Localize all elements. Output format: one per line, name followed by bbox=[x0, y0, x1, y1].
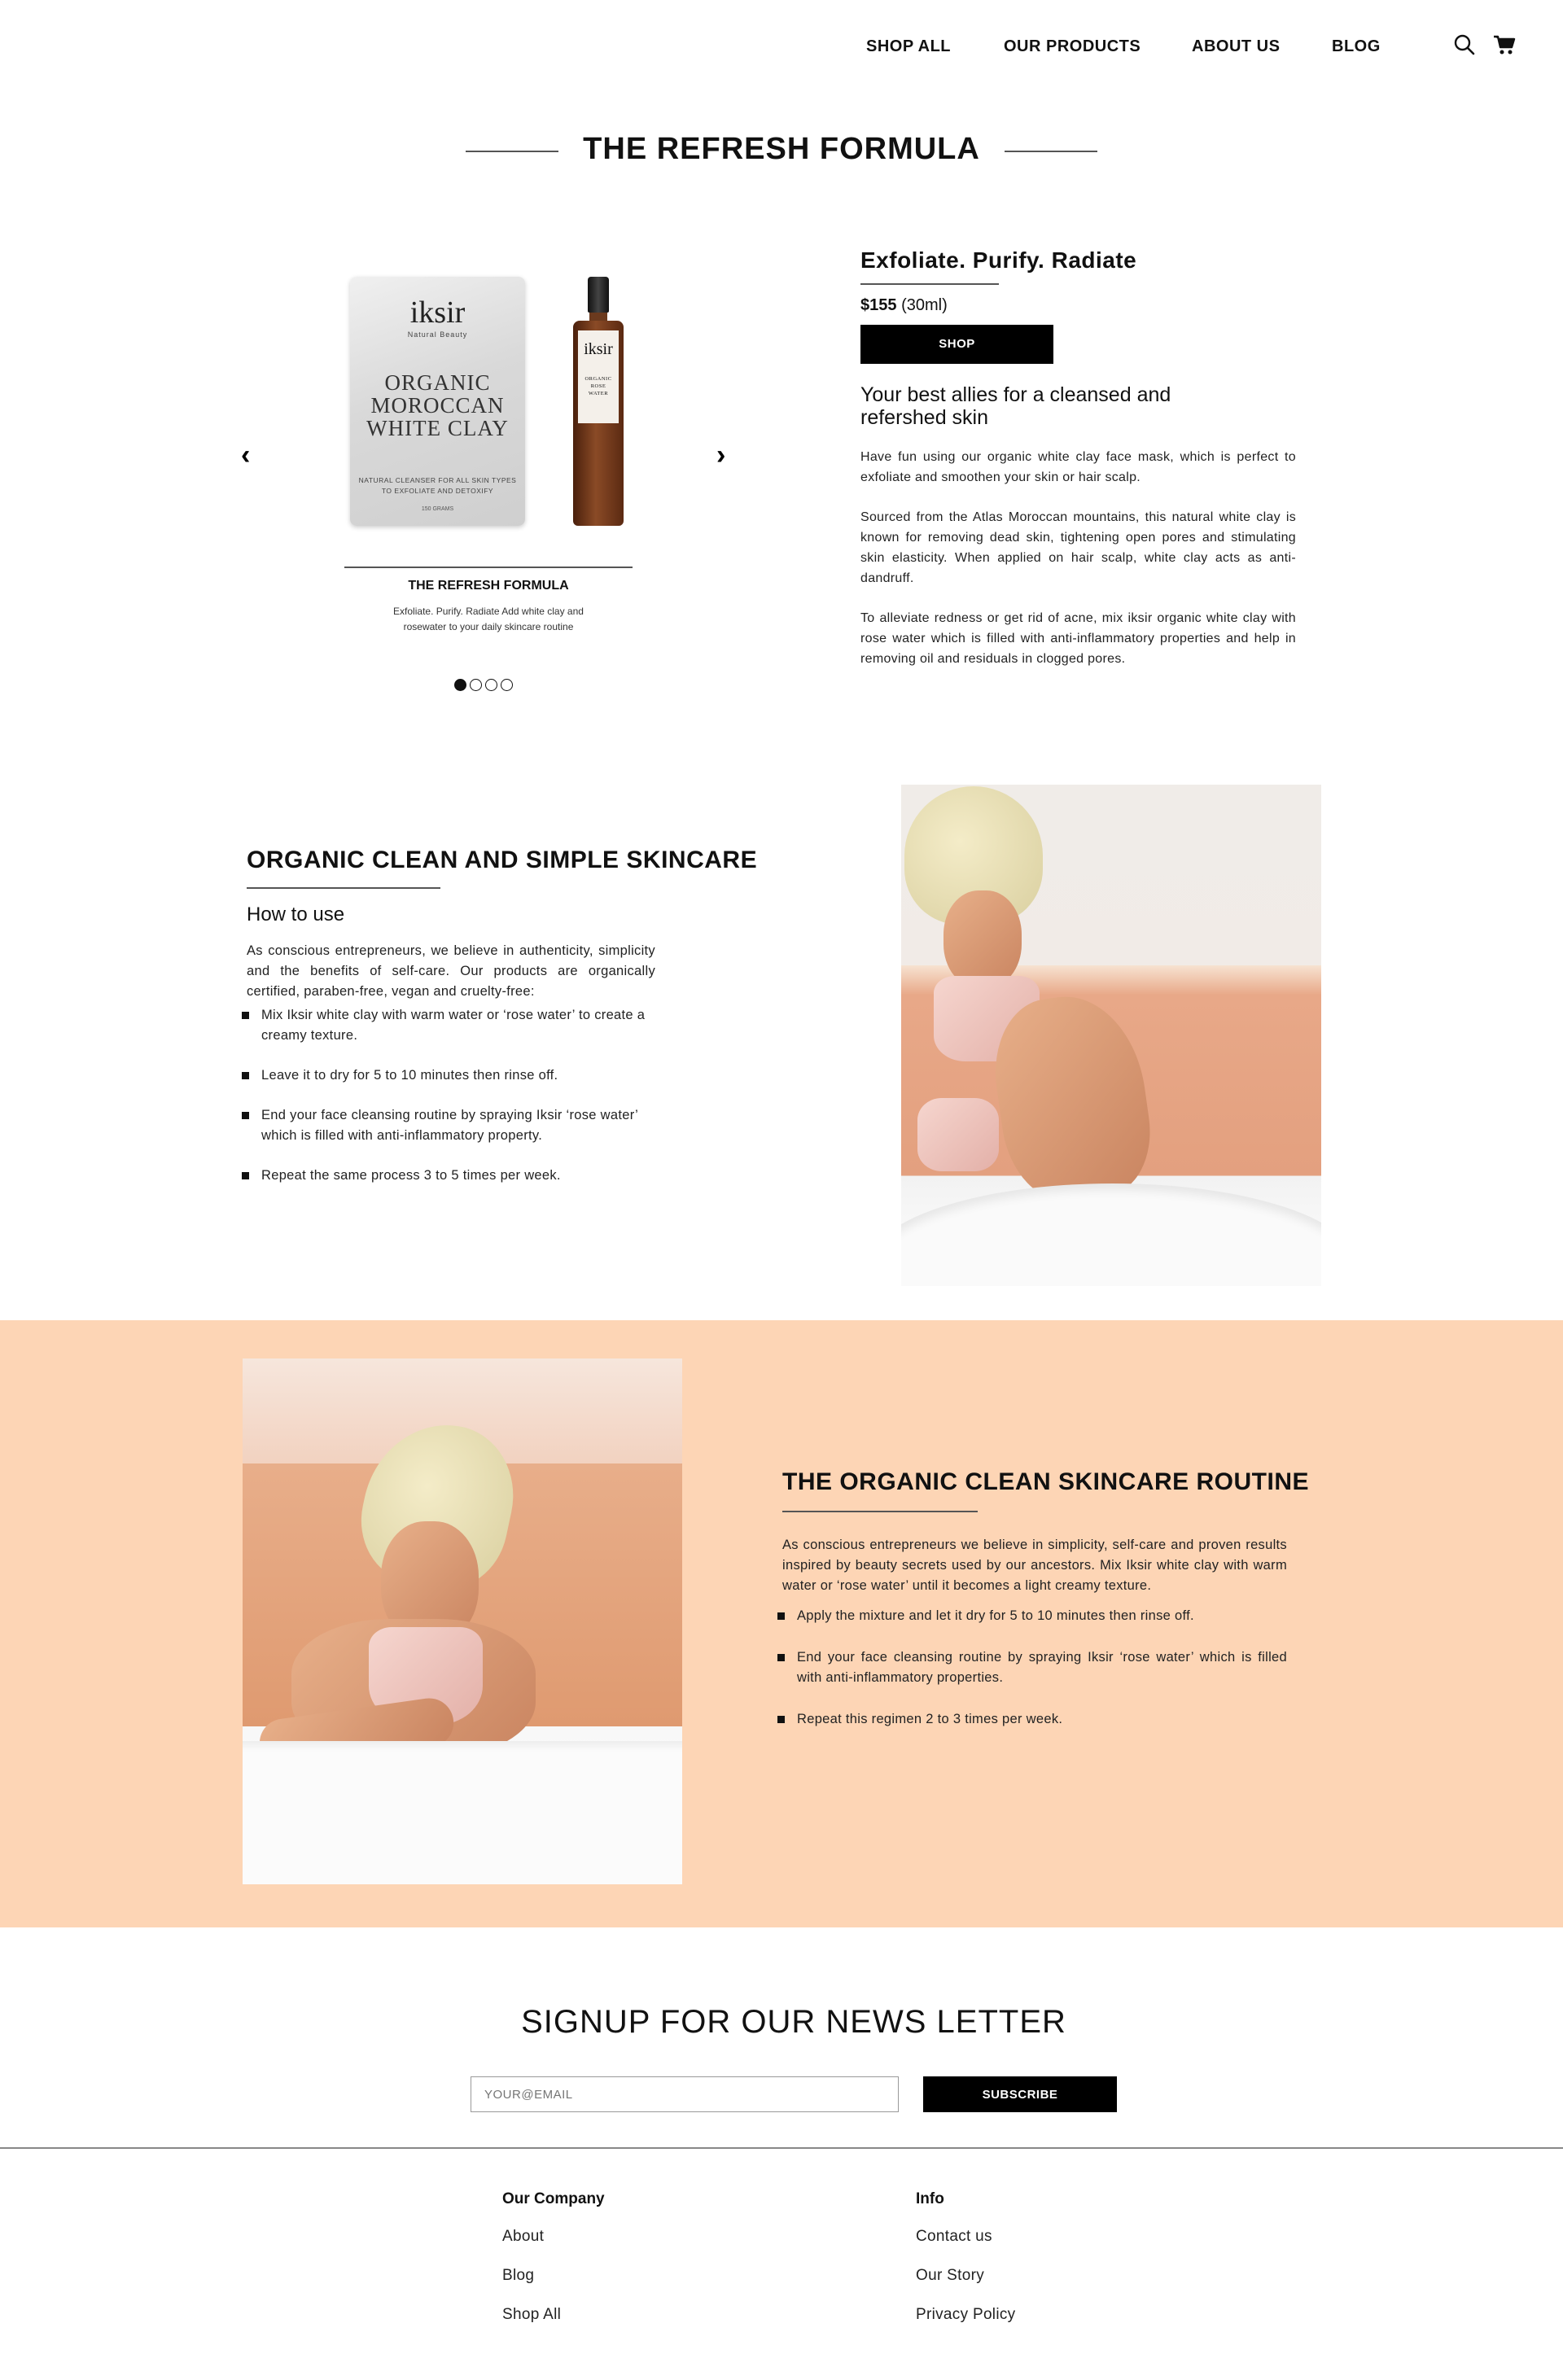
product-title-underline bbox=[860, 283, 999, 285]
carousel-dots bbox=[454, 678, 516, 692]
list-item: End your face cleansing routine by spray… bbox=[777, 1647, 1287, 1688]
clay-pouch-image: iksir Natural Beauty ORGANIC MOROCCAN WH… bbox=[350, 277, 525, 526]
list-item: Mix Iksir white clay with warm water or … bbox=[242, 1005, 658, 1046]
title-line-right bbox=[1005, 151, 1097, 152]
routine-section: THE ORGANIC CLEAN SKINCARE ROUTINE As co… bbox=[777, 1468, 1328, 1751]
carousel-prev-arrow[interactable]: ‹ bbox=[241, 441, 250, 469]
pouch-line3: WHITE CLAY bbox=[366, 416, 509, 440]
list-item: Leave it to dry for 5 to 10 minutes then… bbox=[242, 1065, 658, 1086]
bottle-line2: WATER bbox=[588, 391, 609, 396]
footer-divider bbox=[0, 2147, 1563, 2149]
product-description-2: Sourced from the Atlas Moroccan mountain… bbox=[860, 510, 1296, 585]
footer-link-blog[interactable]: Blog bbox=[502, 2267, 605, 2285]
footer-link-contact[interactable]: Contact us bbox=[916, 2228, 1015, 2246]
bath-photo-1 bbox=[901, 785, 1321, 1286]
list-item: Repeat this regimen 2 to 3 times per wee… bbox=[777, 1709, 1287, 1730]
organic-section: ORGANIC CLEAN AND SIMPLE SKINCARE How to… bbox=[242, 847, 758, 1205]
organic-steps: Mix Iksir white clay with warm water or … bbox=[242, 1005, 658, 1186]
carousel-divider bbox=[344, 567, 633, 568]
section-title: THE REFRESH FORMULA bbox=[583, 132, 980, 166]
footer-col-title: Info bbox=[916, 2190, 944, 2207]
pouch-line1: ORGANIC bbox=[384, 370, 491, 395]
rose-water-bottle-image: iksir ORGANIC ROSE WATER bbox=[573, 277, 624, 526]
top-nav: SHOP ALL OUR PRODUCTS ABOUT US BLOG bbox=[0, 33, 1563, 62]
routine-title: THE ORGANIC CLEAN SKINCARE ROUTINE bbox=[782, 1468, 1310, 1495]
nav-our-products[interactable]: OUR PRODUCTS bbox=[1004, 37, 1141, 56]
footer-col-company: Our Company About Blog Shop All bbox=[502, 2190, 605, 2345]
email-field[interactable] bbox=[471, 2076, 899, 2112]
subscribe-button[interactable]: SUBSCRIBE bbox=[923, 2076, 1117, 2112]
organic-underline bbox=[247, 887, 440, 889]
product-title: Exfoliate. Purify. Radiate bbox=[860, 247, 1137, 273]
shop-button[interactable]: SHOP bbox=[860, 325, 1053, 364]
product-subtitle: Your best allies for a cleansed and refe… bbox=[860, 383, 1171, 429]
carousel-dot[interactable] bbox=[485, 679, 497, 692]
list-item: End your face cleansing routine by spray… bbox=[242, 1105, 658, 1146]
pouch-small2: TO EXFOLIATE AND DETOXIFY bbox=[381, 487, 494, 495]
product-description-3: To alleviate redness or get rid of acne,… bbox=[860, 611, 1296, 666]
product-price: $155 bbox=[860, 296, 897, 314]
organic-intro: As conscious entrepreneurs, we believe i… bbox=[247, 943, 655, 999]
routine-band bbox=[0, 1320, 1563, 1927]
footer-link-privacy[interactable]: Privacy Policy bbox=[916, 2306, 1015, 2324]
nav-shop-all[interactable]: SHOP ALL bbox=[866, 37, 951, 56]
list-item: Apply the mixture and let it dry for 5 t… bbox=[777, 1606, 1287, 1626]
pouch-small1: NATURAL CLEANSER FOR ALL SKIN TYPES bbox=[358, 476, 517, 484]
pouch-line2: MOROCCAN bbox=[370, 393, 505, 418]
cart-icon[interactable] bbox=[1492, 33, 1517, 57]
footer-col-info: Info Contact us Our Story Privacy Policy bbox=[916, 2190, 1015, 2345]
bath-photo-2 bbox=[243, 1358, 682, 1884]
bottle-line1: ORGANIC ROSE bbox=[584, 376, 612, 389]
carousel-caption-text: Exfoliate. Purify. Radiate Add white cla… bbox=[393, 606, 584, 632]
routine-intro: As conscious entrepreneurs we believe in… bbox=[782, 1538, 1287, 1593]
carousel-dot[interactable] bbox=[501, 679, 513, 692]
list-item: Repeat the same process 3 to 5 times per… bbox=[242, 1166, 658, 1186]
nav-blog[interactable]: BLOG bbox=[1332, 37, 1381, 56]
nav-about-us[interactable]: ABOUT US bbox=[1192, 37, 1280, 56]
carousel-next-arrow[interactable]: › bbox=[716, 441, 725, 469]
product-description-1: Have fun using our organic white clay fa… bbox=[860, 450, 1296, 484]
product-info: Exfoliate. Purify. Radiate $155 (30ml) S… bbox=[860, 247, 1300, 669]
footer-link-our-story[interactable]: Our Story bbox=[916, 2267, 1015, 2285]
carousel-caption-title: THE REFRESH FORMULA bbox=[408, 579, 569, 593]
organic-subtitle: How to use bbox=[247, 903, 345, 925]
footer-link-about[interactable]: About bbox=[502, 2228, 605, 2246]
newsletter-title: SIGNUP FOR OUR NEWS LETTER bbox=[521, 2004, 1066, 2040]
product-size: (30ml) bbox=[901, 296, 948, 314]
pouch-sub: Natural Beauty bbox=[407, 330, 468, 339]
footer-link-shop-all[interactable]: Shop All bbox=[502, 2306, 605, 2324]
section-title-wrap: THE REFRESH FORMULA bbox=[0, 132, 1563, 167]
search-icon[interactable] bbox=[1452, 33, 1477, 57]
routine-steps: Apply the mixture and let it dry for 5 t… bbox=[777, 1606, 1287, 1730]
pouch-grams: 150 GRAMS bbox=[421, 506, 454, 512]
organic-title: ORGANIC CLEAN AND SIMPLE SKINCARE bbox=[247, 847, 758, 873]
routine-underline bbox=[782, 1511, 978, 1512]
carousel-dot[interactable] bbox=[454, 679, 466, 692]
product-carousel: ‹ iksir Natural Beauty ORGANIC MOROCCAN … bbox=[228, 269, 749, 708]
bottle-brand: iksir bbox=[584, 340, 613, 358]
product-price-row: $155 (30ml) bbox=[860, 296, 1300, 315]
footer-col-title: Our Company bbox=[502, 2190, 605, 2207]
pouch-brand: iksir bbox=[409, 295, 466, 330]
carousel-dot[interactable] bbox=[470, 679, 482, 692]
